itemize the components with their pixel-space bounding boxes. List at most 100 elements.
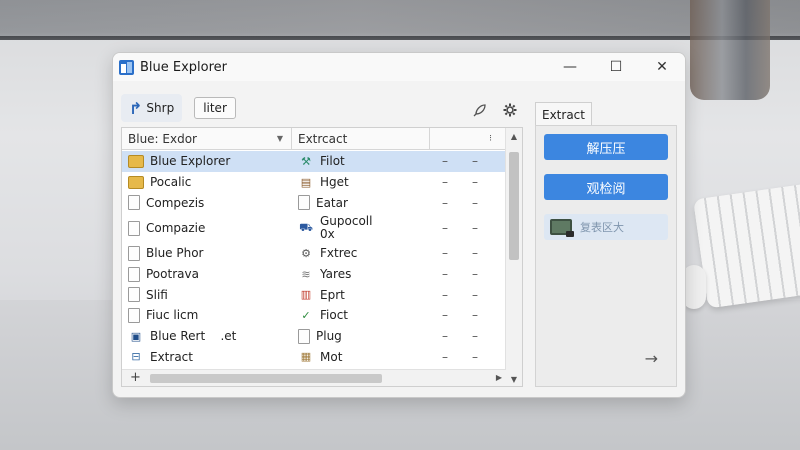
file-date: – [472, 329, 478, 344]
scroll-right-icon[interactable]: ▶ [496, 370, 502, 386]
truck-icon: ⛟ [299, 220, 313, 234]
file-date: – [472, 246, 478, 261]
file-rows: Blue Explorer ⚒ Filot – – Pocalic ▤ Hget –… [122, 151, 506, 367]
column-header-more[interactable]: ⁝ [430, 128, 502, 149]
close-button[interactable]: ✕ [639, 53, 685, 81]
scroll-up-icon[interactable]: ▲ [506, 132, 522, 141]
sort-down-icon: ▼ [276, 134, 283, 143]
table-row[interactable]: Compezis Eatar – – [122, 192, 506, 213]
file-date: – [472, 195, 478, 210]
table-row[interactable]: Pootrava ≋ Yares – – [122, 264, 506, 285]
vertical-scroll-thumb[interactable] [509, 152, 519, 260]
document-icon [128, 307, 140, 323]
check-icon: ✓ [301, 308, 311, 322]
table-row[interactable]: Pocalic ▤ Hget – – [122, 172, 506, 193]
table-row[interactable]: Fiuc licm ✓ Fioct – – [122, 305, 506, 326]
file-size: – [442, 329, 448, 344]
file-list: Blue: Exdor ▼ Extrcact ⁝ Blue Explorer ⚒… [121, 127, 523, 387]
table-row[interactable]: Slifi ▥ Eprt – – [122, 284, 506, 305]
arrow-right-icon[interactable]: → [645, 349, 658, 368]
package-icon: ▣ [130, 329, 142, 343]
extract-panel: 解压压 观检阅 复表区大 → [535, 125, 677, 387]
tab-extract[interactable]: Extract [535, 102, 592, 126]
column-header-name-label: Blue: Exdor [128, 131, 197, 146]
box-icon: ▦ [300, 350, 312, 364]
app-window: Blue Explorer — ☐ ✕ ↱ Shrp liter Blue: E… [112, 52, 686, 398]
background-pencil-holder [690, 0, 770, 100]
books-icon: ▥ [300, 288, 312, 302]
file-size: – [442, 154, 448, 169]
document-icon [128, 220, 140, 236]
drawer-icon: ▤ [300, 175, 312, 189]
background-keyboard [692, 181, 800, 309]
file-name: Fiuc licm [146, 308, 199, 323]
scroll-down-icon[interactable]: ▼ [506, 375, 522, 384]
disk-action-label: 复表区大 [580, 221, 624, 234]
table-row[interactable]: ⊟ Extract ▦ Mot – – [122, 347, 506, 368]
table-row[interactable]: ▣ Blue Rert .et Plug – – [122, 326, 506, 347]
view-button[interactable]: 观检阅 [544, 174, 668, 200]
maximize-button[interactable]: ☐ [593, 53, 639, 81]
navigate-up-button[interactable]: ↱ Shrp [121, 94, 183, 122]
filter-button[interactable]: liter [194, 97, 236, 119]
column-header-type[interactable]: Extrcact [292, 128, 430, 149]
file-date: – [472, 308, 478, 323]
file-name: Compezis [146, 195, 205, 210]
file-name: Blue Explorer [150, 154, 231, 169]
ruler-icon: ⊟ [131, 350, 141, 364]
file-type: Gupocoll 0x [320, 214, 373, 242]
gear-icon[interactable] [501, 101, 519, 119]
table-row[interactable]: Compazie ⛟ Gupocoll 0x – – [122, 213, 506, 243]
file-size: – [442, 195, 448, 210]
document-icon [298, 195, 310, 211]
vertical-scrollbar[interactable]: ▲ ▼ [505, 128, 522, 386]
document-icon [128, 245, 140, 261]
document-icon [298, 328, 310, 344]
tools-icon: ⚒ [301, 154, 311, 168]
arrow-up-icon: ↱ [129, 98, 143, 118]
file-type: Fxtrec [320, 246, 358, 261]
file-name: Extract [150, 349, 193, 364]
file-name: Slifi [146, 287, 168, 302]
title-bar[interactable]: Blue Explorer — ☐ ✕ [113, 53, 685, 81]
app-logo-icon [119, 59, 134, 75]
horizontal-scrollbar[interactable]: + ▶ [122, 369, 506, 386]
file-size: – [442, 349, 448, 364]
column-header-row: Blue: Exdor ▼ Extrcact ⁝ [122, 128, 522, 150]
file-name: Pocalic [150, 175, 192, 190]
file-date: – [472, 267, 478, 282]
brush-icon[interactable] [471, 101, 489, 119]
disk-action-button[interactable]: 复表区大 [544, 214, 668, 240]
file-size: – [442, 246, 448, 261]
file-size: – [442, 308, 448, 323]
add-icon[interactable]: + [130, 370, 141, 386]
papers-icon: ≋ [301, 267, 311, 281]
file-name: Compazie [146, 221, 206, 236]
file-type: Eatar [316, 195, 348, 210]
window-title: Blue Explorer [140, 59, 228, 75]
file-date: – [472, 175, 478, 190]
table-row[interactable]: Blue Explorer ⚒ Filot – – [122, 151, 506, 172]
file-type: Eprt [320, 287, 345, 302]
folder-icon [128, 175, 144, 189]
column-header-name[interactable]: Blue: Exdor ▼ [122, 128, 292, 149]
file-type: Hget [320, 175, 349, 190]
file-type: Mot [320, 349, 343, 364]
minimize-button[interactable]: — [547, 53, 593, 81]
background-monitor-screen [0, 0, 800, 36]
horizontal-scroll-thumb[interactable] [150, 374, 382, 383]
document-icon [128, 266, 140, 282]
toolbar: ↱ Shrp liter [121, 93, 527, 123]
extract-button[interactable]: 解压压 [544, 134, 668, 160]
document-icon [128, 287, 140, 303]
file-size: – [442, 221, 448, 236]
file-name: Blue Phor [146, 246, 204, 261]
file-size: – [442, 267, 448, 282]
file-type: Fioct [320, 308, 349, 323]
plug-icon: ⚙ [301, 246, 311, 260]
file-size: – [442, 287, 448, 302]
file-date: – [472, 287, 478, 302]
file-type: Filot [320, 154, 345, 169]
file-date: – [472, 221, 478, 236]
table-row[interactable]: Blue Phor ⚙ Fxtrec – – [122, 243, 506, 264]
